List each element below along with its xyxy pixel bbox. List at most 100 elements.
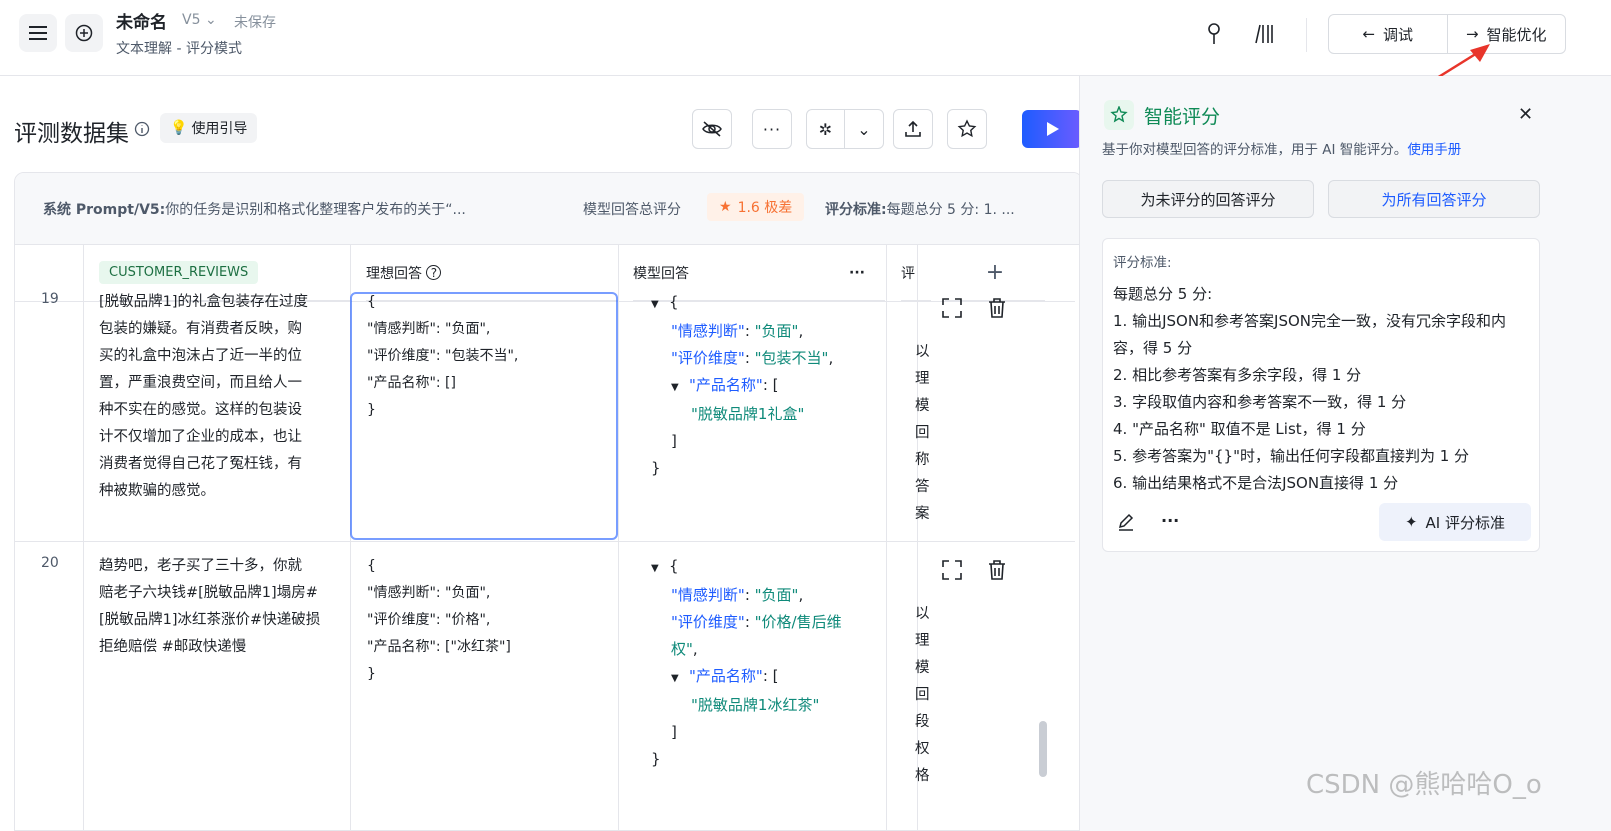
criteria-line: 2. 相比参考答案有多余字段，得 1 分 — [1113, 366, 1362, 384]
review-line: 趋势吧，老子买了三十多，你就 — [99, 558, 302, 574]
smart-scoring-panel: 智能评分 ✕ 基于你对模型回答的评分标准，用于 AI 智能评分。使用手册 为未评… — [1079, 76, 1611, 831]
delete-button[interactable] — [987, 297, 1007, 323]
ideal-column-label: 理想回答 — [366, 265, 422, 282]
reason-char: 理 — [915, 633, 930, 649]
hide-button[interactable] — [692, 109, 732, 149]
reason-char: 段 — [915, 714, 930, 730]
score-all-button[interactable]: 为所有回答评分 — [1328, 180, 1540, 218]
manual-link[interactable]: 使用手册 — [1407, 142, 1461, 158]
col-divider — [83, 245, 84, 830]
score-unscored-button[interactable]: 为未评分的回答评分 — [1102, 180, 1314, 218]
review-line: 计不仅增加了企业的成本，也让 — [99, 429, 302, 445]
json-value: 权" — [671, 640, 693, 658]
panel-title: 智能评分 — [1144, 106, 1221, 128]
ideal-line: "情感判断": "负面", — [367, 585, 491, 601]
reason-char: 权 — [915, 741, 930, 757]
chevron-down-icon: ⌄ — [204, 12, 217, 28]
pencil-icon — [1118, 513, 1134, 531]
divider — [1306, 18, 1307, 52]
run-button[interactable] — [1022, 110, 1082, 148]
chevron-down-icon: ⌄ — [857, 119, 871, 139]
active-cell-outline — [350, 292, 618, 540]
json-key: "情感判断" — [671, 322, 745, 340]
plus-circle-icon — [75, 24, 93, 42]
review-line: [脱敏品牌1]冰红茶涨价#快递破损 — [99, 612, 321, 628]
ideal-answer-cell[interactable]: { "情感判断": "负面", "评价维度": "价格", "产品名称": ["… — [367, 553, 607, 688]
criteria-line: 容，得 5 分 — [1113, 339, 1193, 357]
criteria-line: 每题总分 5 分: — [1113, 285, 1213, 303]
add-column-button[interactable]: + — [945, 245, 1045, 301]
json-key: "评价维度" — [671, 613, 745, 631]
delete-button[interactable] — [987, 559, 1007, 585]
criteria-line: 1. 输出JSON和参考答案JSON完全一致，没有冗余字段和内 — [1113, 312, 1507, 330]
panel-description: 基于你对模型回答的评分标准，用于 AI 智能评分。使用手册 — [1102, 138, 1461, 158]
reason-cell[interactable]: 以 理 模 回 称 答 案 — [915, 339, 931, 528]
watermark: CSDN @熊哈哈O_o — [1306, 770, 1542, 800]
close-icon[interactable]: ✕ — [1518, 104, 1533, 125]
more-button[interactable]: ··· — [752, 109, 792, 149]
system-prompt-summary[interactable]: 系统 Prompt/V5:你的任务是识别和格式化整理客户发布的关于“... — [43, 199, 466, 219]
json-key: "评价维度" — [671, 349, 745, 367]
lightbulb-icon: 💡 — [170, 120, 188, 136]
info-icon[interactable] — [134, 121, 150, 137]
criteria-line: 3. 字段取值内容和参考答案不一致，得 1 分 — [1113, 393, 1407, 411]
model-answer-cell[interactable]: ▼{ "情感判断": "负面", "评价维度": "价格/售后维 权", ▼ "产… — [651, 553, 881, 773]
review-line: [脱敏品牌1]的礼盒包装存在过度 — [99, 294, 309, 310]
expand-button[interactable] — [941, 297, 963, 323]
vertical-scrollbar[interactable] — [1039, 721, 1047, 777]
collapse-toggle-icon[interactable]: ▼ — [651, 555, 669, 582]
collapse-toggle-icon[interactable]: ▼ — [671, 374, 689, 401]
collapse-toggle-icon[interactable]: ▼ — [651, 291, 669, 318]
reason-cell[interactable]: 以 理 模 回 段 权 格 — [915, 601, 931, 790]
play-icon — [1047, 122, 1059, 136]
review-cell[interactable]: 趋势吧，老子买了三十多，你就 赔老子六块钱#[脱敏品牌1]塌房# [脱敏品牌1]… — [99, 553, 339, 661]
reason-char: 以 — [915, 344, 930, 360]
review-cell[interactable]: [脱敏品牌1]的礼盒包装存在过度 包装的嫌疑。有消费者反映，购 买的礼盒中泡沫占… — [99, 289, 339, 505]
ideal-line: "产品名称": ["冰红茶"] — [367, 639, 511, 655]
json-value: "包装不当" — [754, 349, 829, 367]
library-button[interactable] — [1250, 20, 1278, 48]
menu-button[interactable] — [19, 14, 57, 52]
star-icon — [957, 119, 977, 138]
collapse-toggle-icon[interactable]: ▼ — [671, 665, 689, 692]
total-score-label: 模型回答总评分 — [583, 202, 681, 218]
column-score[interactable]: 评 — [901, 245, 931, 301]
column-more-icon[interactable]: ··· — [849, 265, 865, 281]
dataset-title: 评测数据集 — [14, 121, 129, 147]
guide-button[interactable]: 💡 使用引导 — [160, 113, 258, 143]
export-button[interactable] — [893, 109, 933, 149]
score-column-label: 评 — [901, 265, 915, 282]
model-answer-cell[interactable]: ▼{ "情感判断": "负面", "评价维度": "包装不当", ▼ "产品名称"… — [651, 289, 881, 482]
wrench-button[interactable] — [1200, 20, 1228, 48]
add-button[interactable] — [65, 14, 103, 52]
ideal-line: "评价维度": "价格", — [367, 612, 491, 628]
criteria-card: 评分标准: 每题总分 5 分: 1. 输出JSON和参考答案JSON完全一致，没… — [1102, 238, 1540, 552]
library-icon — [1255, 24, 1273, 44]
json-key: "产品名称" — [689, 376, 763, 394]
criteria-summary[interactable]: 评分标准:每题总分 5 分: 1. ... — [825, 199, 1015, 219]
json-value: "脱敏品牌1冰红茶" — [691, 696, 820, 714]
guide-label: 使用引导 — [191, 121, 248, 137]
favorite-button[interactable] — [947, 109, 987, 149]
row-number: 19 — [41, 291, 59, 307]
help-icon[interactable]: ? — [426, 265, 442, 280]
sparkle-star-icon — [1104, 100, 1134, 130]
upload-icon — [905, 120, 921, 137]
review-line: 拒绝赔偿 #邮政快递慢 — [99, 639, 247, 655]
reason-char: 称 — [915, 452, 930, 468]
review-line: 种不实在的感觉。这样的包装设 — [99, 402, 302, 418]
reason-char: 模 — [915, 660, 930, 676]
ai-criteria-button[interactable]: ✦ AI 评分标准 — [1379, 503, 1531, 541]
json-key: "产品名称" — [689, 667, 763, 685]
json-value: "价格/售后维 — [754, 613, 842, 631]
criteria-more-icon[interactable]: ··· — [1161, 511, 1179, 530]
criteria-summary-label: 评分标准: — [825, 202, 887, 218]
criteria-label: 评分标准: — [1113, 255, 1172, 271]
edit-button[interactable] — [1117, 513, 1135, 535]
star-icon: ★ — [719, 199, 732, 215]
more-icon: ··· — [762, 119, 782, 139]
page-title[interactable]: 未命名 — [116, 8, 167, 33]
magic-split-button[interactable]: ✲ ⌄ — [806, 109, 884, 149]
expand-button[interactable] — [941, 559, 963, 585]
version-select[interactable]: V5 ⌄ — [182, 12, 217, 28]
